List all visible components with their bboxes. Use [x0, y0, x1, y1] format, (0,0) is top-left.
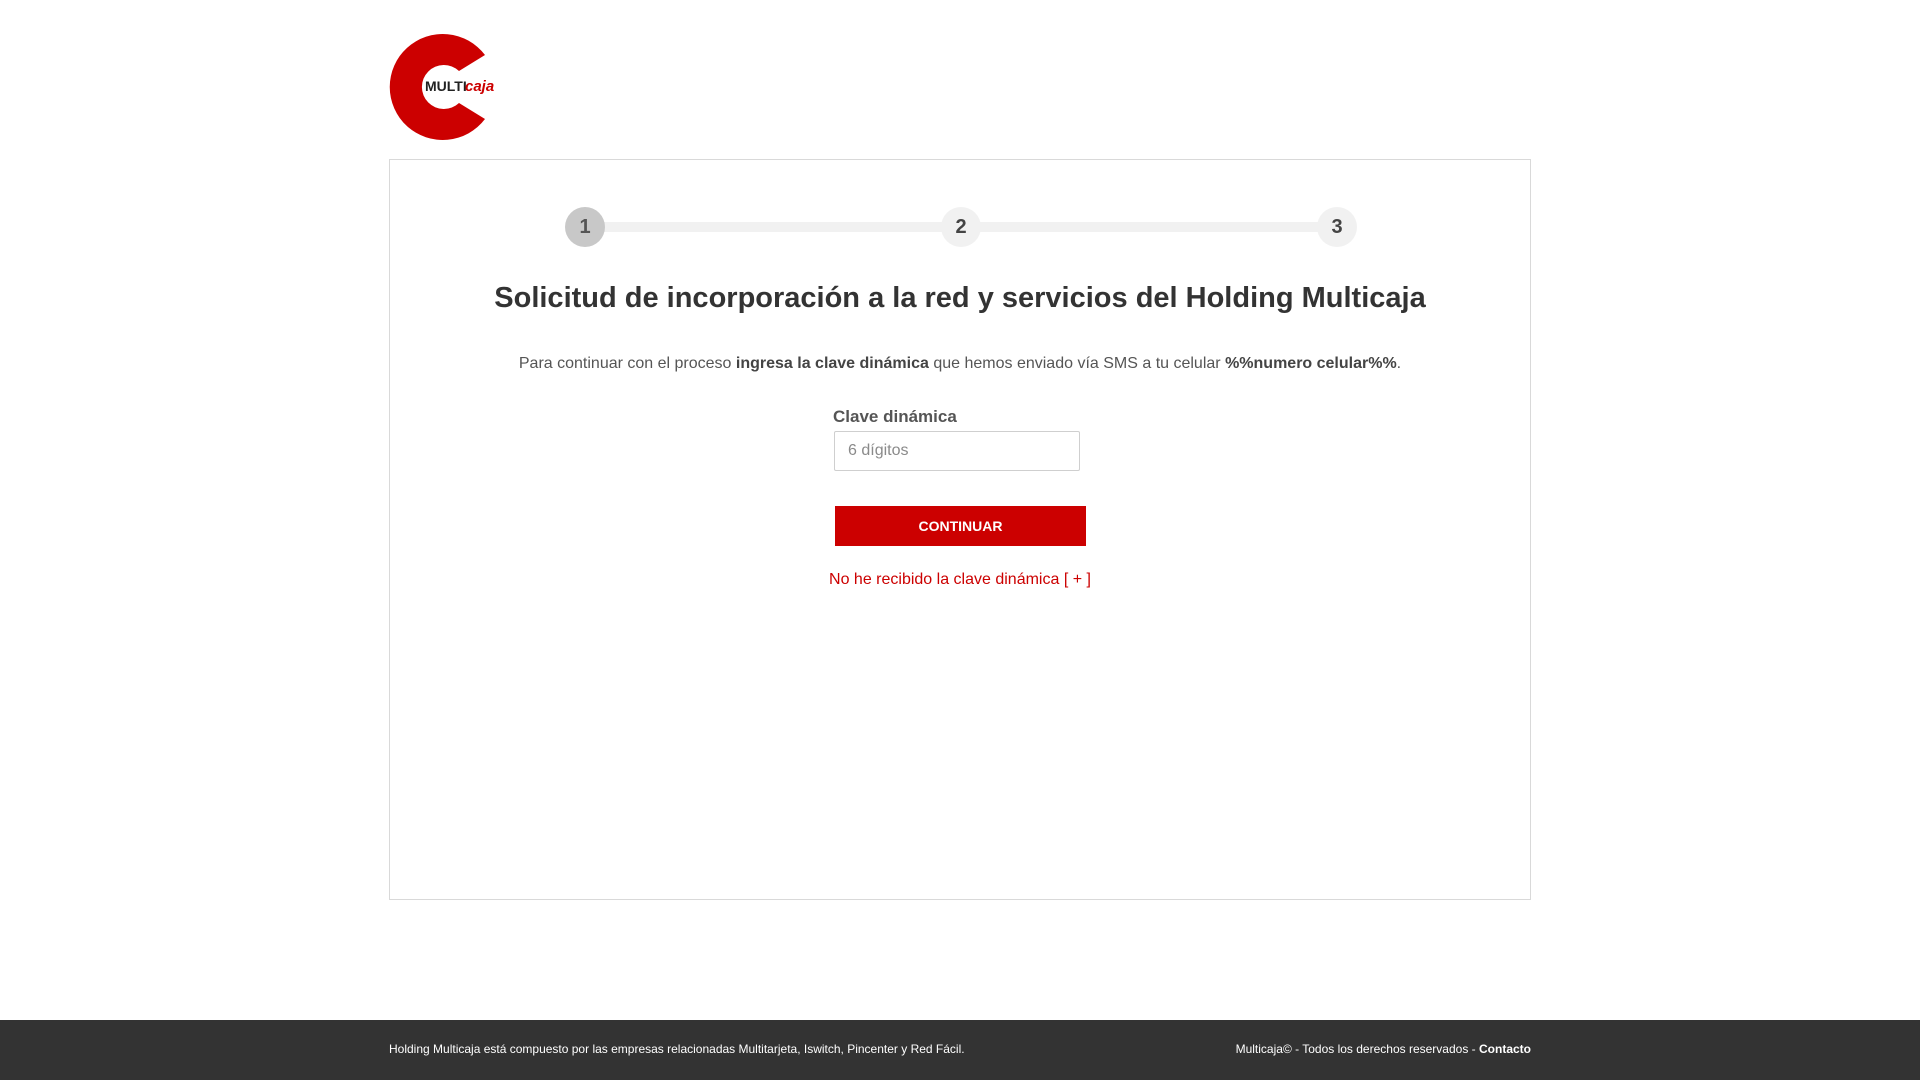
logo-c-icon: MULTI caja: [389, 33, 494, 140]
desc-part2: que hemos enviado vía SMS a tu celular: [928, 355, 1226, 372]
footer-companies-text: Holding Multicaja está compuesto por las…: [389, 1042, 965, 1056]
progress-stepper: 1 2 3: [565, 207, 1358, 247]
continue-button[interactable]: CONTINUAR: [835, 506, 1086, 546]
step-1: 1: [565, 207, 605, 247]
logo-text-italic: caja: [465, 78, 494, 95]
footer-rights-text: Multicaja© - Todos los derechos reservad…: [1235, 1042, 1479, 1056]
resend-code-link[interactable]: No he recibido la clave dinámica [ + ]: [390, 571, 1530, 589]
main-card: 1 2 3 Solicitud de incorporación a la re…: [389, 159, 1531, 900]
logo-text-bold: MULTI: [425, 78, 467, 94]
step-3: 3: [1317, 207, 1357, 247]
desc-part1: Para continuar con el proceso: [518, 355, 736, 372]
step-2: 2: [941, 207, 981, 247]
footer-copyright: Multicaja© - Todos los derechos reservad…: [1236, 1042, 1531, 1056]
desc-bold2: %%numero celular%%: [1225, 355, 1397, 372]
desc-part3: .: [1396, 355, 1402, 372]
dynamic-key-label: Clave dinámica: [833, 407, 957, 426]
footer: Holding Multicaja está compuesto por las…: [0, 1020, 1920, 1080]
desc-bold1: ingresa la clave dinámica: [735, 355, 929, 372]
multicaja-logo[interactable]: MULTI caja: [389, 33, 497, 141]
page-title: Solicitud de incorporación a la red y se…: [494, 282, 1426, 314]
dynamic-key-input[interactable]: [834, 431, 1080, 471]
instruction-text: Para continuar con el proceso ingresa la…: [390, 355, 1530, 373]
contact-link[interactable]: Contacto: [1479, 1042, 1531, 1056]
